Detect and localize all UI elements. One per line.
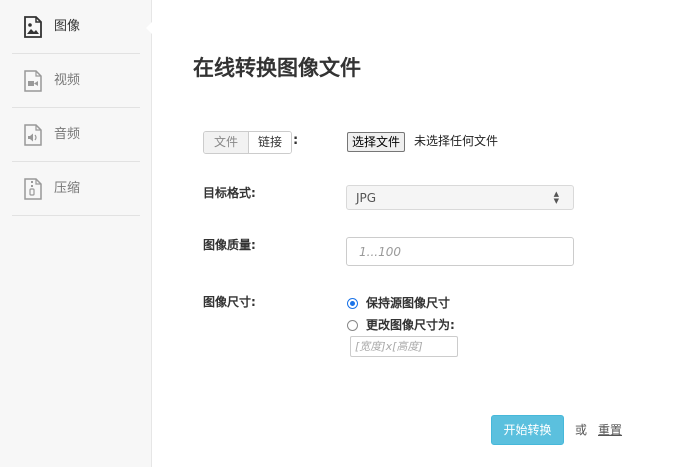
select-arrows-icon: ▲ ▼ (553, 190, 559, 205)
sidebar-item-archive[interactable]: 压缩 (12, 162, 140, 216)
sidebar-item-label: 音频 (54, 127, 81, 142)
reset-link[interactable]: 重置 (598, 422, 622, 438)
quality-label: 图像质量: (203, 238, 256, 252)
format-label: 目标格式: (203, 186, 256, 200)
quality-input[interactable] (346, 237, 574, 266)
source-tabs: 文件 链接 (203, 131, 292, 154)
sidebar-item-label: 图像 (54, 19, 81, 34)
video-icon (23, 70, 43, 92)
radio-keep-size[interactable] (347, 297, 358, 309)
format-select[interactable]: JPG ▲ ▼ (346, 185, 574, 210)
format-select-value: JPG (356, 191, 377, 205)
radio-change-size[interactable] (347, 319, 358, 331)
source-colon: : (293, 133, 299, 148)
archive-icon (23, 178, 43, 200)
page-title: 在线转换图像文件 (193, 56, 361, 80)
size-label: 图像尺寸: (203, 295, 256, 309)
audio-icon (23, 124, 43, 146)
start-convert-button[interactable]: 开始转换 (491, 415, 564, 445)
sidebar: 图像 视频 音频 压缩 (0, 0, 152, 467)
image-icon (23, 16, 43, 38)
tab-file[interactable]: 文件 (204, 132, 249, 153)
size-option-change[interactable]: 更改图像尺寸为: (347, 317, 455, 333)
radio-change-size-label: 更改图像尺寸为: (366, 318, 455, 332)
size-option-keep[interactable]: 保持源图像尺寸 (347, 295, 450, 311)
active-indicator (146, 22, 152, 34)
sidebar-item-image[interactable]: 图像 (12, 0, 140, 54)
sidebar-item-video[interactable]: 视频 (12, 54, 140, 108)
sidebar-item-label: 视频 (54, 73, 81, 88)
sidebar-item-label: 压缩 (54, 181, 81, 196)
file-status: 未选择任何文件 (414, 134, 499, 148)
tab-link[interactable]: 链接 (249, 132, 291, 153)
or-text: 或 (575, 423, 588, 437)
sidebar-item-audio[interactable]: 音频 (12, 108, 140, 162)
size-input[interactable] (350, 336, 458, 357)
choose-file-button[interactable]: 选择文件 (347, 132, 406, 152)
radio-keep-size-label: 保持源图像尺寸 (366, 296, 451, 310)
